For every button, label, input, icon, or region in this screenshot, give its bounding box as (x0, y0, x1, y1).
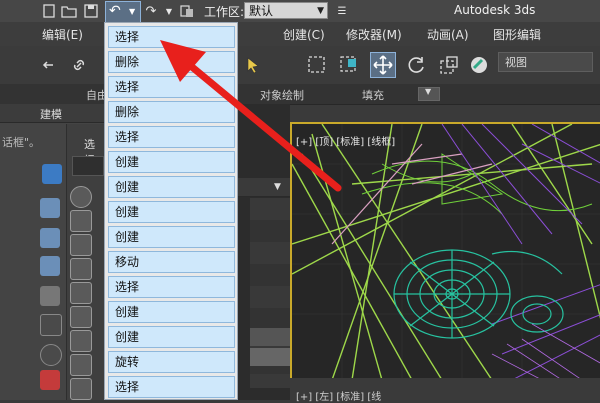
search-field[interactable] (72, 156, 104, 176)
history-item[interactable]: 创建 (108, 301, 235, 323)
workspace-select[interactable]: 默认 ▼ (244, 2, 328, 19)
new-file-icon[interactable] (40, 2, 58, 20)
history-item[interactable]: 选择 (108, 76, 235, 98)
list-icon[interactable] (40, 256, 60, 276)
history-item[interactable]: 选择 (108, 276, 235, 298)
viewport-left-label[interactable]: [+] [左] [标准] [线 (296, 388, 381, 403)
chevron-down-icon[interactable]: ▼ (274, 182, 281, 192)
history-item[interactable]: 创建 (108, 201, 235, 223)
main-toolbar: 视图 (0, 46, 600, 85)
save-icon[interactable] (82, 2, 100, 20)
open-folder-icon[interactable] (60, 2, 78, 20)
ribbon-tabs: 自由 对象绘制 填充 ▼ (0, 84, 600, 105)
placement-icon[interactable] (466, 52, 492, 78)
display-icon[interactable] (40, 286, 60, 306)
chevron-down-icon: ▼ (317, 6, 324, 16)
link-icon[interactable] (66, 52, 92, 78)
menu-create[interactable]: 创建(C) (283, 26, 325, 43)
chevron-down-icon: ▼ (425, 87, 432, 96)
menu-bar: 编辑(E) 创建(C) 修改器(M) 动画(A) 图形编辑 (0, 22, 600, 47)
history-item[interactable]: 选择 (108, 26, 235, 48)
history-item[interactable]: 创建 (108, 176, 235, 198)
light-icon[interactable] (70, 258, 92, 280)
menu-animation[interactable]: 动画(A) (427, 26, 469, 43)
circle-icon[interactable] (40, 344, 62, 366)
red-tool-icon[interactable] (40, 370, 60, 390)
history-item[interactable]: 创建 (108, 151, 235, 173)
camera-icon[interactable] (70, 282, 92, 304)
project-folder-icon[interactable] (178, 2, 196, 20)
undo-history-list[interactable]: 选择 删除 选择 删除 选择 创建 创建 创建 创建 移动 选择 创建 创建 旋… (104, 22, 238, 400)
view-select-value: 视图 (505, 56, 527, 69)
history-item[interactable]: 旋转 (108, 351, 235, 373)
scene-icon[interactable] (40, 198, 60, 218)
title-bar: ↶ ▼ ↷ ▼ 工作区: 默认 ▼ ☰ Autodesk 3ds (0, 0, 600, 23)
menu-graph-editors[interactable]: 图形编辑 (493, 26, 541, 43)
layer-icon[interactable] (40, 228, 60, 248)
history-item[interactable]: 创建 (108, 326, 235, 348)
rect-selection-icon[interactable] (304, 52, 330, 78)
history-item[interactable]: 选择 (108, 376, 235, 398)
ribbon-object-paint-tab[interactable]: 对象绘制 (260, 87, 304, 103)
select-cursor-icon[interactable] (240, 52, 266, 78)
systems-icon[interactable] (70, 354, 92, 376)
command-panel-strip: ▼ (238, 104, 290, 400)
chevron-down-icon[interactable]: ▼ (129, 7, 135, 16)
helpers-icon[interactable] (70, 306, 92, 328)
brush-icon[interactable] (70, 378, 92, 400)
reference-coordinate-select[interactable]: 视图 (498, 52, 593, 72)
dialog-text: 话框"。 (2, 136, 41, 149)
undo-icon[interactable]: ↶ (109, 3, 121, 19)
menu-edit[interactable]: 编辑(E) (42, 26, 83, 43)
left-panel: 建模 话框"。 选择 (0, 104, 105, 400)
workspace-value: 默认 (249, 4, 274, 18)
chevron-down-icon[interactable]: ▼ (160, 2, 178, 20)
geometry-icon[interactable] (70, 210, 92, 232)
menu-modifiers[interactable]: 修改器(M) (346, 26, 402, 43)
undo-button-group[interactable]: ↶ ▼ (105, 1, 141, 23)
space-warps-icon[interactable] (70, 330, 92, 352)
history-item[interactable]: 删除 (108, 51, 235, 73)
history-item[interactable]: 删除 (108, 101, 235, 123)
history-item[interactable]: 移动 (108, 251, 235, 273)
viewport-label[interactable]: [+] [顶] [标准] [线框] (296, 133, 395, 148)
workspace-label: 工作区: (204, 5, 245, 19)
move-icon[interactable] (370, 52, 396, 78)
ribbon-options-button[interactable]: ▼ (418, 87, 440, 101)
window-crossing-icon[interactable] (336, 52, 362, 78)
sphere-icon[interactable] (70, 186, 92, 208)
modeling-tab[interactable]: 建模 (40, 106, 62, 122)
rotate-icon[interactable] (404, 52, 430, 78)
scale-icon[interactable] (436, 52, 462, 78)
redo-icon[interactable]: ↷ (142, 2, 160, 20)
viewport-top[interactable]: [+] [顶] [标准] [线框] (290, 122, 600, 378)
history-item[interactable]: 创建 (108, 226, 235, 248)
shapes-icon[interactable] (70, 234, 92, 256)
history-item[interactable]: 选择 (108, 126, 235, 148)
toolbox-icon[interactable] (42, 164, 62, 184)
undo-arrow-icon[interactable] (36, 52, 62, 78)
wireframe-scene (292, 124, 600, 378)
menu-toggle-icon[interactable]: ☰ (333, 2, 351, 20)
ribbon-populate-tab[interactable]: 填充 (362, 87, 384, 103)
pin-icon[interactable] (40, 314, 62, 336)
app-title: Autodesk 3ds (454, 3, 536, 17)
